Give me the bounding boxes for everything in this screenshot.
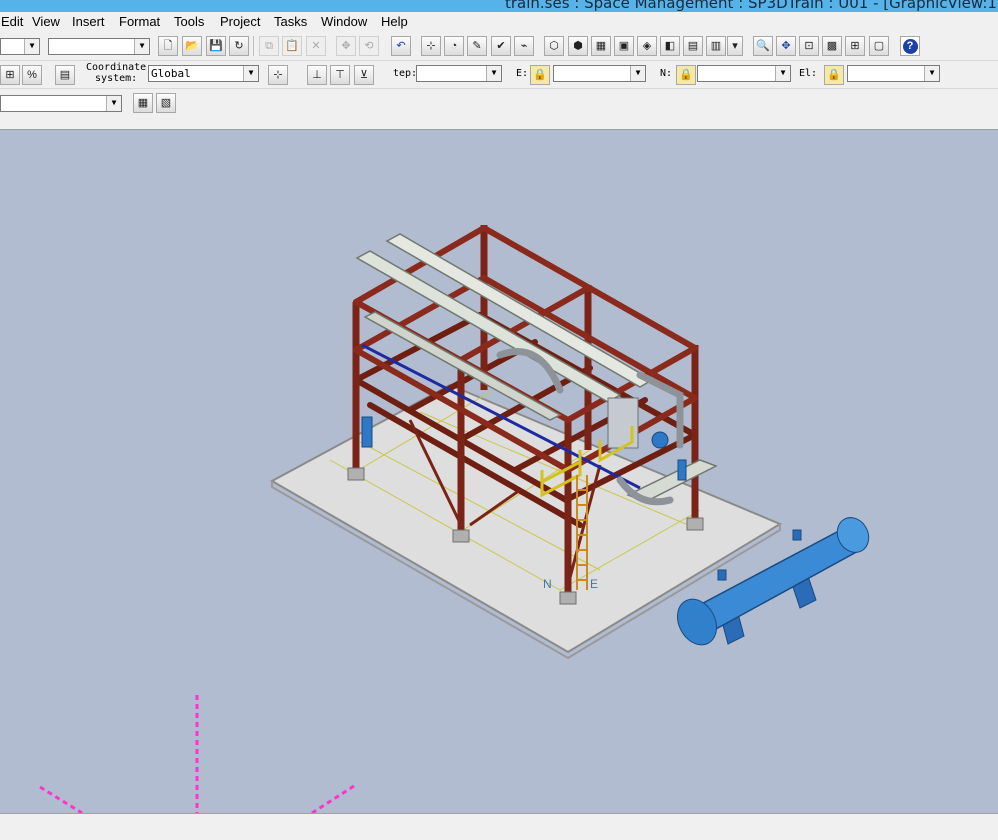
new-doc-icon[interactable]: 🗋 <box>158 36 178 56</box>
small-equipment-2 <box>677 459 687 481</box>
menu-help[interactable]: Help <box>380 14 409 29</box>
compass-east: E <box>590 577 598 591</box>
rotate-icon[interactable]: ⟲ <box>359 36 379 56</box>
camera-icon[interactable]: ◈ <box>637 36 657 56</box>
chevron-down-icon[interactable]: ▼ <box>24 39 39 54</box>
tag-icon[interactable]: ⌁ <box>514 36 534 56</box>
undo-icon[interactable]: ↶ <box>391 36 411 56</box>
step-label: tep: <box>393 68 418 79</box>
lock-icon[interactable]: 🔒 <box>530 65 550 85</box>
coord-icon[interactable]: ⊹ <box>421 36 441 56</box>
zoom-icon[interactable]: 🔍 <box>753 36 773 56</box>
workspace-combo[interactable]: ▼ <box>0 38 40 55</box>
pump-motor <box>651 431 669 449</box>
north-east-icon[interactable]: ⊹ <box>268 65 288 85</box>
menu-edit[interactable]: Edit <box>0 14 24 29</box>
clip-icon[interactable]: ◧ <box>660 36 680 56</box>
el-label: El: <box>799 68 818 79</box>
model-scene: N E <box>39 225 870 813</box>
el-combo[interactable]: ▼ <box>847 65 940 82</box>
measure-icon[interactable]: ◔ <box>444 36 464 56</box>
view2-icon[interactable]: ⬢ <box>568 36 588 56</box>
axis-indicator <box>39 695 355 813</box>
lock-icon[interactable]: 🔒 <box>676 65 696 85</box>
plane-icon[interactable]: ⊥ <box>307 65 327 85</box>
space-type-combo[interactable]: ▼ <box>0 95 122 112</box>
lock-icon[interactable]: 🔒 <box>824 65 844 85</box>
view3-icon[interactable]: ▦ <box>591 36 611 56</box>
space2-icon[interactable]: ▧ <box>156 93 176 113</box>
save-icon[interactable]: 💾 <box>206 36 226 56</box>
chevron-down-icon[interactable]: ▼ <box>243 66 258 81</box>
separator <box>253 36 254 56</box>
help-icon[interactable]: ? <box>900 36 920 56</box>
open-folder-icon[interactable]: 📂 <box>182 36 202 56</box>
standard-toolbar: ▼ ▼ 🗋 📂 💾 ↻ ⧉ 📋 ✕ ✥ ⟲ ↶ ⊹ ◔ ✎ ✔ ⌁ ⬡ ⬢ ▦ … <box>0 34 998 60</box>
select-icon[interactable]: ▤ <box>683 36 703 56</box>
layer-icon[interactable]: ▢ <box>869 36 889 56</box>
chevron-down-icon[interactable]: ▾ <box>727 36 743 56</box>
menu-project[interactable]: Project <box>219 14 261 29</box>
delete-icon[interactable]: ✕ <box>306 36 326 56</box>
n-label: N: <box>660 68 673 79</box>
chevron-down-icon[interactable]: ▼ <box>486 66 501 81</box>
paste-icon[interactable]: 📋 <box>282 36 302 56</box>
grid-icon[interactable]: ⊞ <box>0 65 20 85</box>
menu-insert[interactable]: Insert <box>71 14 106 29</box>
chevron-down-icon[interactable]: ▼ <box>630 66 645 81</box>
plane2-icon[interactable]: ⊤ <box>330 65 350 85</box>
menu-view[interactable]: View <box>31 14 61 29</box>
zoom-fit-icon[interactable]: ▩ <box>822 36 842 56</box>
zoom-area-icon[interactable]: ⊡ <box>799 36 819 56</box>
edit-icon[interactable]: ✎ <box>467 36 487 56</box>
copy-icon[interactable]: ⧉ <box>259 36 279 56</box>
filter-toolbar: ▼ ▦ ▧ <box>0 88 998 131</box>
n-combo[interactable]: ▼ <box>697 65 791 82</box>
step-combo[interactable]: ▼ <box>416 65 502 82</box>
title-bar: train.ses : Space Management : SP3DTrain… <box>0 0 998 12</box>
pan-icon[interactable]: ✥ <box>776 36 796 56</box>
space-icon[interactable]: ▦ <box>133 93 153 113</box>
status-bar <box>0 813 998 840</box>
filter-combo[interactable]: ▼ <box>48 38 150 55</box>
menu-bar: Edit View Insert Format Tools Project Ta… <box>0 12 998 35</box>
chevron-down-icon[interactable]: ▼ <box>106 96 121 111</box>
graphic-view[interactable]: N E <box>0 130 998 813</box>
placement-toolbar: ⊞ % ▤ Coordinate system: Global ▼ ⊹ ⊥ ⊤ ⊻… <box>0 60 998 89</box>
menu-tasks[interactable]: Tasks <box>273 14 308 29</box>
properties-icon[interactable]: ▤ <box>55 65 75 85</box>
coordinate-system-value: Global <box>151 67 191 80</box>
view-icon[interactable]: ⬡ <box>544 36 564 56</box>
chevron-down-icon[interactable]: ▼ <box>134 39 149 54</box>
coordinate-system-label: Coordinate system: <box>86 62 147 84</box>
window-title: train.ses : Space Management : SP3DTrain… <box>505 0 998 12</box>
move-icon[interactable]: ✥ <box>336 36 356 56</box>
chevron-down-icon[interactable]: ▼ <box>924 66 939 81</box>
menu-tools[interactable]: Tools <box>173 14 205 29</box>
fly-icon[interactable]: ⊞ <box>845 36 865 56</box>
compass-north: N <box>543 577 552 591</box>
chevron-down-icon[interactable]: ▼ <box>775 66 790 81</box>
refresh-icon[interactable]: ↻ <box>229 36 249 56</box>
scale-icon[interactable]: % <box>22 65 42 85</box>
menu-format[interactable]: Format <box>118 14 161 29</box>
e-label: E: <box>516 68 529 79</box>
view4-icon[interactable]: ▣ <box>614 36 634 56</box>
coordinate-system-combo[interactable]: Global ▼ <box>148 65 259 82</box>
e-combo[interactable]: ▼ <box>553 65 646 82</box>
menu-window[interactable]: Window <box>320 14 368 29</box>
check-icon[interactable]: ✔ <box>491 36 511 56</box>
filter-icon[interactable]: ▥ <box>706 36 726 56</box>
small-equipment <box>361 416 373 448</box>
plane3-icon[interactable]: ⊻ <box>354 65 374 85</box>
